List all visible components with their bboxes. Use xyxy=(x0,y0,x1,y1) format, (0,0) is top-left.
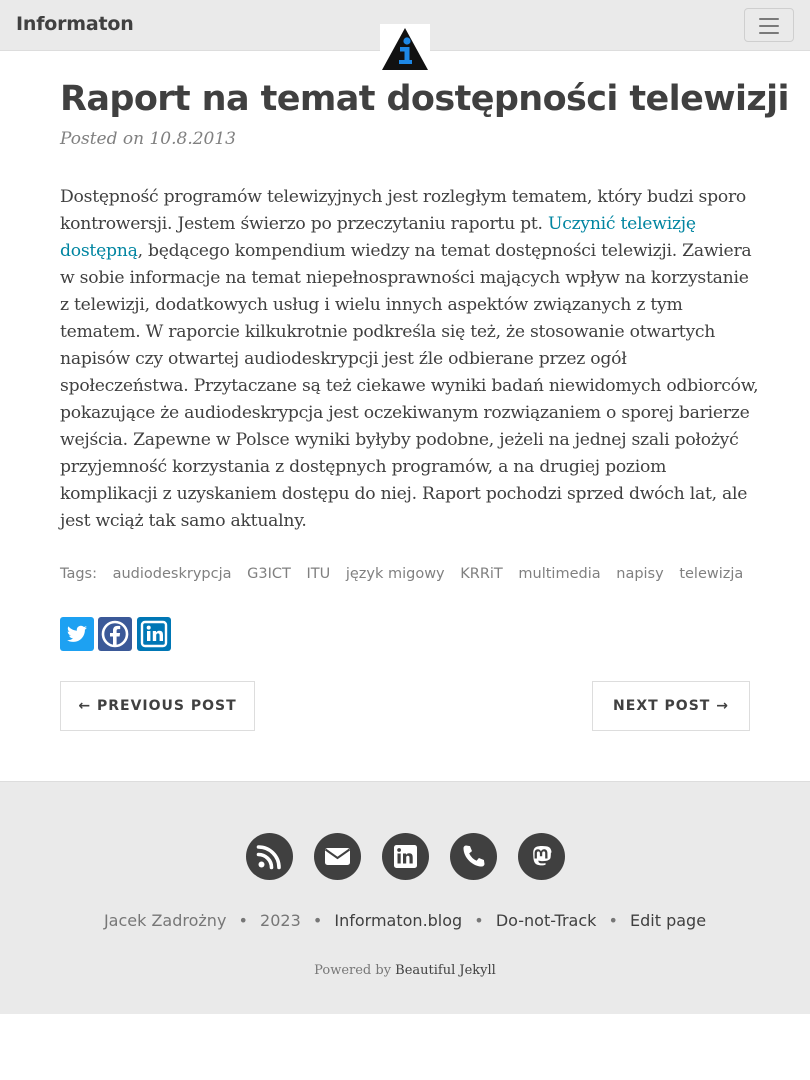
body-text: wejścia. Zapewne w Polsce wyniki byłyby … xyxy=(60,430,739,450)
footer: Jacek Zadrożny • 2023 • Informaton.blog … xyxy=(0,781,810,1014)
share-linkedin-button[interactable] xyxy=(137,617,171,651)
footer-separator: • xyxy=(474,911,484,930)
tag-link[interactable]: język migowy xyxy=(346,566,445,582)
linkedin-icon xyxy=(140,620,168,648)
body-text: jest wciąż tak samo aktualny. xyxy=(60,511,307,531)
tags-label: Tags: xyxy=(60,566,97,582)
footer-separator: • xyxy=(238,911,248,930)
footer-rss-link[interactable] xyxy=(246,833,293,880)
facebook-icon xyxy=(101,620,129,648)
body-text: tematem. W raporcie kilkukrotnie podkreś… xyxy=(60,322,716,342)
beautiful-jekyll-link[interactable]: Beautiful Jekyll xyxy=(395,963,496,978)
hamburger-menu-icon-bar xyxy=(759,32,779,34)
tag-link[interactable]: G3ICT xyxy=(247,566,291,582)
tag-link[interactable]: ITU xyxy=(306,566,330,582)
envelope-icon xyxy=(324,848,351,865)
body-text: przyjemność korzystania z dostępnych pro… xyxy=(60,457,667,477)
body-line: społeczeństwa. Przytaczane są też ciekaw… xyxy=(60,373,760,400)
site-brand-link[interactable]: Informaton xyxy=(16,13,134,35)
footer-separator: • xyxy=(608,911,618,930)
hamburger-menu-icon xyxy=(759,18,779,20)
body-text: Dostępność programów telewizyjnych jest … xyxy=(60,187,747,207)
body-line: napisów czy otwartej audiodeskrypcji jes… xyxy=(60,346,760,373)
footer-edit-page-link[interactable]: Edit page xyxy=(630,911,706,930)
powered-by-text: Powered by xyxy=(314,963,396,978)
body-line: dostępną, będącego kompendium wiedzy na … xyxy=(60,238,760,265)
tag-link[interactable]: telewizja xyxy=(679,566,743,582)
footer-separator: • xyxy=(312,911,323,930)
share-facebook-button[interactable] xyxy=(98,617,132,651)
mastodon-icon xyxy=(533,846,552,866)
tag-link[interactable]: KRRiT xyxy=(460,566,503,582)
body-line: jest wciąż tak samo aktualny. xyxy=(60,508,760,535)
page-title: Raport na temat dostępności telewizji xyxy=(60,79,790,119)
navbar: Informaton xyxy=(0,0,810,74)
nav-menu-toggle-button[interactable] xyxy=(744,8,794,42)
tag-link[interactable]: napisy xyxy=(616,566,663,582)
footer-powered-by: Powered by Beautiful Jekyll xyxy=(0,963,810,978)
footer-phone-link[interactable] xyxy=(450,833,497,880)
body-text: pokazujące że audiodeskrypcja jest oczek… xyxy=(60,403,750,423)
post-tags: Tags: audiodeskrypcja G3ICT ITU język mi… xyxy=(60,566,743,582)
footer-email-link[interactable] xyxy=(314,833,361,880)
body-text: w sobie informacje na temat niepełnospra… xyxy=(60,268,749,288)
tag-link[interactable]: audiodeskrypcja xyxy=(113,566,232,582)
body-text: kontrowersji. Jestem świerzo po przeczyt… xyxy=(60,214,548,234)
report-link-continued[interactable]: dostępną xyxy=(60,241,138,261)
body-line: wejścia. Zapewne w Polsce wyniki byłyby … xyxy=(60,427,760,454)
body-line: kontrowersji. Jestem świerzo po przeczyt… xyxy=(60,211,760,238)
share-twitter-button[interactable] xyxy=(60,617,94,651)
post-date: Posted on 10.8.2013 xyxy=(60,129,236,149)
footer-author: Jacek Zadrożny xyxy=(103,911,227,930)
post-body: Dostępność programów telewizyjnych jest … xyxy=(60,184,760,535)
site-logo[interactable] xyxy=(380,24,430,74)
footer-mastodon-link[interactable] xyxy=(518,833,565,880)
information-triangle-icon xyxy=(382,28,428,70)
body-line: Dostępność programów telewizyjnych jest … xyxy=(60,184,760,211)
body-line: z telewizji, dodatkowych usług i wielu i… xyxy=(60,292,760,319)
linkedin-icon xyxy=(394,845,417,868)
body-line: przyjemność korzystania z dostępnych pro… xyxy=(60,454,760,481)
body-text: z telewizji, dodatkowych usług i wielu i… xyxy=(60,295,683,315)
body-line: pokazujące że audiodeskrypcja jest oczek… xyxy=(60,400,760,427)
footer-dnt-link[interactable]: Do-not-Track xyxy=(496,911,597,930)
footer-linkedin-link[interactable] xyxy=(382,833,429,880)
body-line: tematem. W raporcie kilkukrotnie podkreś… xyxy=(60,319,760,346)
twitter-icon xyxy=(66,625,87,642)
footer-site-link[interactable]: Informaton.blog xyxy=(334,911,462,930)
tag-link[interactable]: multimedia xyxy=(518,566,600,582)
body-text: napisów czy otwartej audiodeskrypcji jes… xyxy=(60,349,627,369)
footer-year: 2023 xyxy=(260,911,301,930)
phone-icon xyxy=(463,845,485,867)
previous-post-button[interactable]: ← PREVIOUS POST xyxy=(60,681,255,731)
body-text: komplikacji z uzyskaniem dostępu do niej… xyxy=(60,484,748,504)
footer-copyright: Jacek Zadrożny • 2023 • Informaton.blog … xyxy=(0,911,810,930)
next-post-button[interactable]: NEXT POST → xyxy=(592,681,750,731)
hamburger-menu-icon-bar xyxy=(759,25,779,27)
body-text: , będącego kompendium wiedzy na temat do… xyxy=(137,241,752,261)
rss-icon xyxy=(256,845,281,870)
body-text: społeczeństwa. Przytaczane są też ciekaw… xyxy=(60,376,759,396)
body-line: komplikacji z uzyskaniem dostępu do niej… xyxy=(60,481,760,508)
report-link[interactable]: Uczynić telewizję xyxy=(548,214,696,234)
body-line: w sobie informacje na temat niepełnospra… xyxy=(60,265,760,292)
